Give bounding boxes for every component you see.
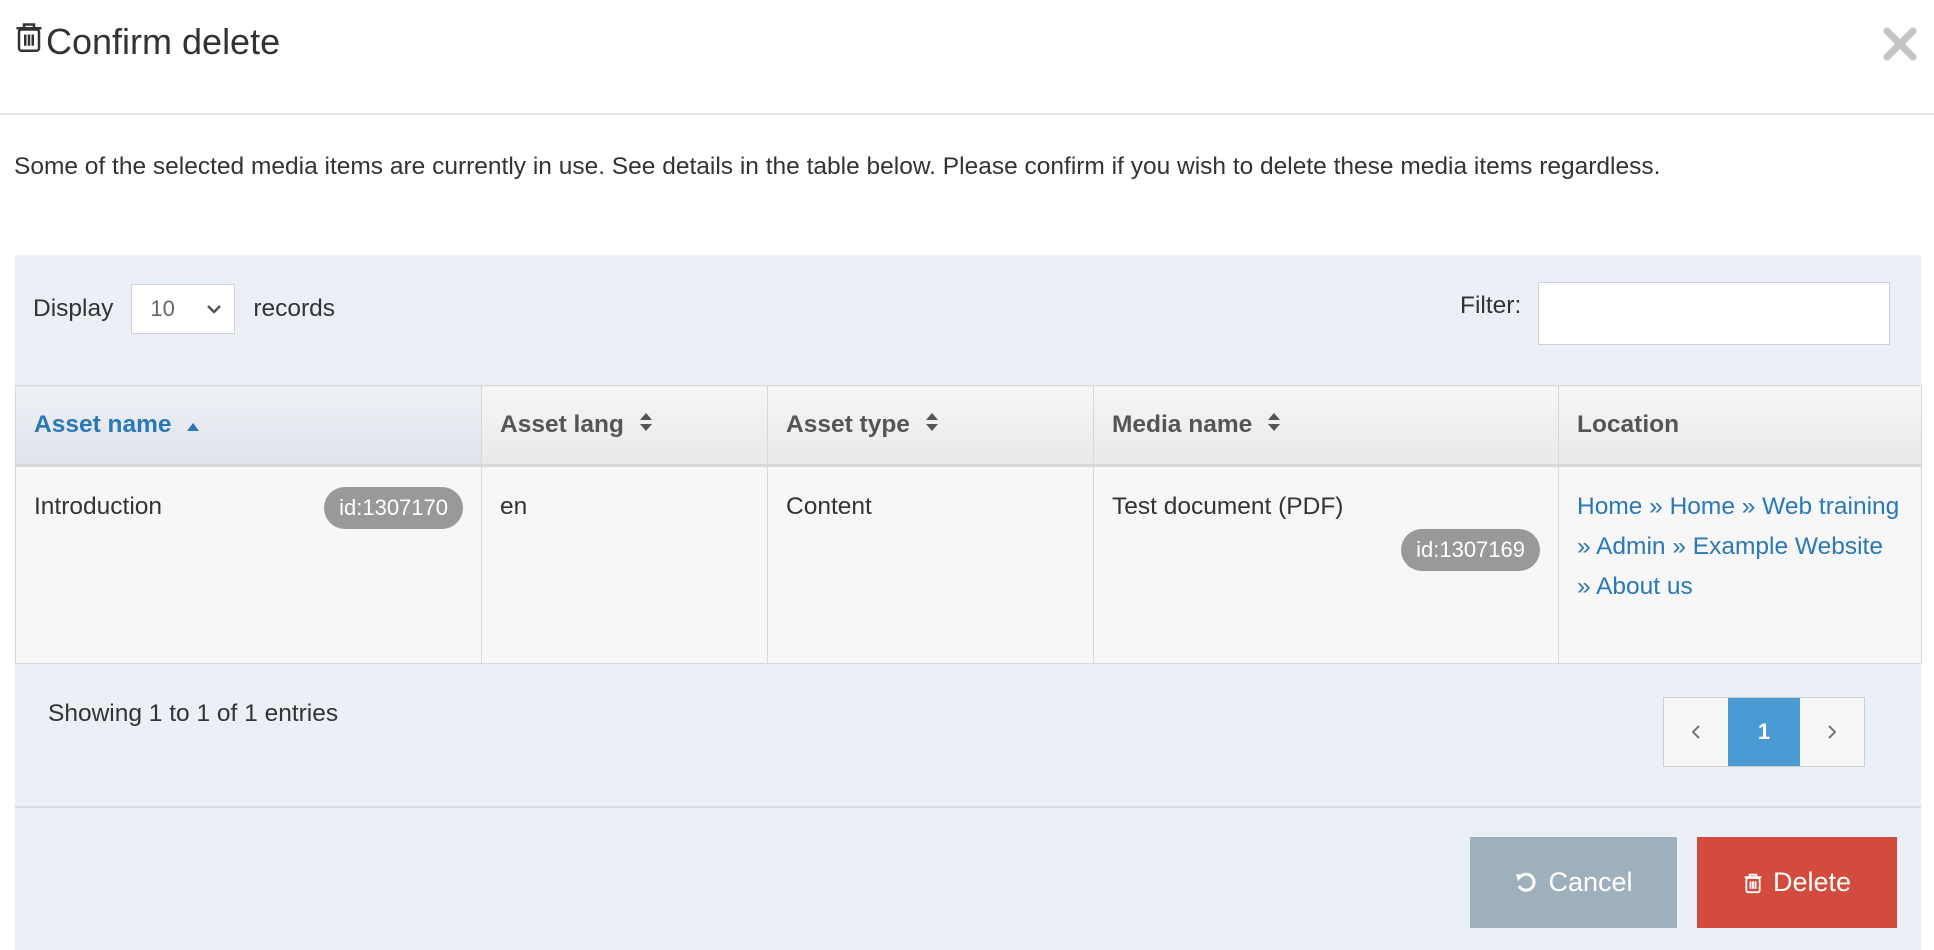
column-label: Asset lang bbox=[500, 410, 624, 438]
filter-input[interactable] bbox=[1538, 282, 1890, 345]
cancel-button[interactable]: Cancel bbox=[1470, 837, 1677, 928]
records-per-page-select[interactable]: 10 bbox=[131, 284, 236, 334]
media-usage-table: Asset name Asset lang Asset type Media n… bbox=[15, 385, 1922, 664]
location-link[interactable]: Home » Home » Web training » Admin » Exa… bbox=[1577, 493, 1899, 600]
column-label: Media name bbox=[1112, 410, 1253, 438]
sort-asc-icon bbox=[186, 411, 200, 439]
asset-id-badge: id:1307170 bbox=[324, 487, 463, 529]
media-id-badge: id:1307169 bbox=[1401, 529, 1540, 571]
next-page-button[interactable] bbox=[1800, 698, 1864, 766]
intro-message: Some of the selected media items are cur… bbox=[14, 153, 1661, 180]
modal-header: Confirm delete bbox=[0, 0, 1934, 115]
previous-page-button[interactable] bbox=[1664, 698, 1728, 766]
cell-location: Home » Home » Web training » Admin » Exa… bbox=[1558, 465, 1922, 664]
column-header-media-name[interactable]: Media name bbox=[1093, 385, 1559, 467]
modal-title-text: Confirm delete bbox=[46, 20, 281, 62]
asset-name: Introduction bbox=[34, 493, 163, 520]
footer-divider bbox=[15, 806, 1921, 808]
trash-icon bbox=[1744, 873, 1762, 893]
records-per-page-value: 10 bbox=[150, 296, 175, 321]
column-header-asset-name[interactable]: Asset name bbox=[15, 385, 482, 467]
records-label: records bbox=[253, 295, 336, 322]
chevron-right-icon bbox=[1828, 725, 1837, 739]
sort-both-icon bbox=[1267, 411, 1281, 439]
column-header-asset-type[interactable]: Asset type bbox=[767, 385, 1094, 467]
column-label: Asset name bbox=[34, 410, 172, 438]
cell-asset-lang: en bbox=[481, 465, 768, 664]
column-header-asset-lang[interactable]: Asset lang bbox=[481, 385, 768, 467]
cancel-label: Cancel bbox=[1548, 867, 1633, 897]
cell-media-name: Test document (PDF) id:1307169 bbox=[1093, 465, 1559, 664]
delete-button[interactable]: Delete bbox=[1697, 837, 1897, 928]
chevron-left-icon bbox=[1691, 725, 1700, 739]
column-label: Location bbox=[1577, 411, 1680, 438]
cell-asset-name: Introduction id:1307170 bbox=[15, 465, 482, 664]
table-row: Introduction id:1307170 en Content Test … bbox=[15, 465, 1922, 664]
close-button[interactable] bbox=[1882, 26, 1918, 62]
undo-icon bbox=[1516, 872, 1536, 892]
cell-asset-type: Content bbox=[767, 465, 1094, 664]
filter-label: Filter: bbox=[1460, 292, 1522, 319]
trash-icon bbox=[14, 20, 46, 63]
sort-both-icon bbox=[639, 411, 653, 439]
media-name: Test document (PDF) bbox=[1112, 493, 1344, 520]
length-control: Display 10 records bbox=[33, 283, 335, 335]
display-label: Display bbox=[33, 295, 114, 322]
pagination: 1 bbox=[1663, 697, 1865, 767]
column-label: Asset type bbox=[786, 410, 910, 438]
sort-both-icon bbox=[925, 411, 939, 439]
column-header-location: Location bbox=[1558, 385, 1922, 467]
table-info: Showing 1 to 1 of 1 entries bbox=[48, 700, 339, 727]
delete-label: Delete bbox=[1772, 867, 1852, 897]
chevron-down-icon bbox=[207, 305, 222, 314]
modal-title: Confirm delete bbox=[14, 20, 280, 63]
page-button-1[interactable]: 1 bbox=[1728, 698, 1800, 766]
close-icon bbox=[1883, 27, 1917, 61]
table-header-row: Asset name Asset lang Asset type Media n… bbox=[15, 385, 1922, 467]
